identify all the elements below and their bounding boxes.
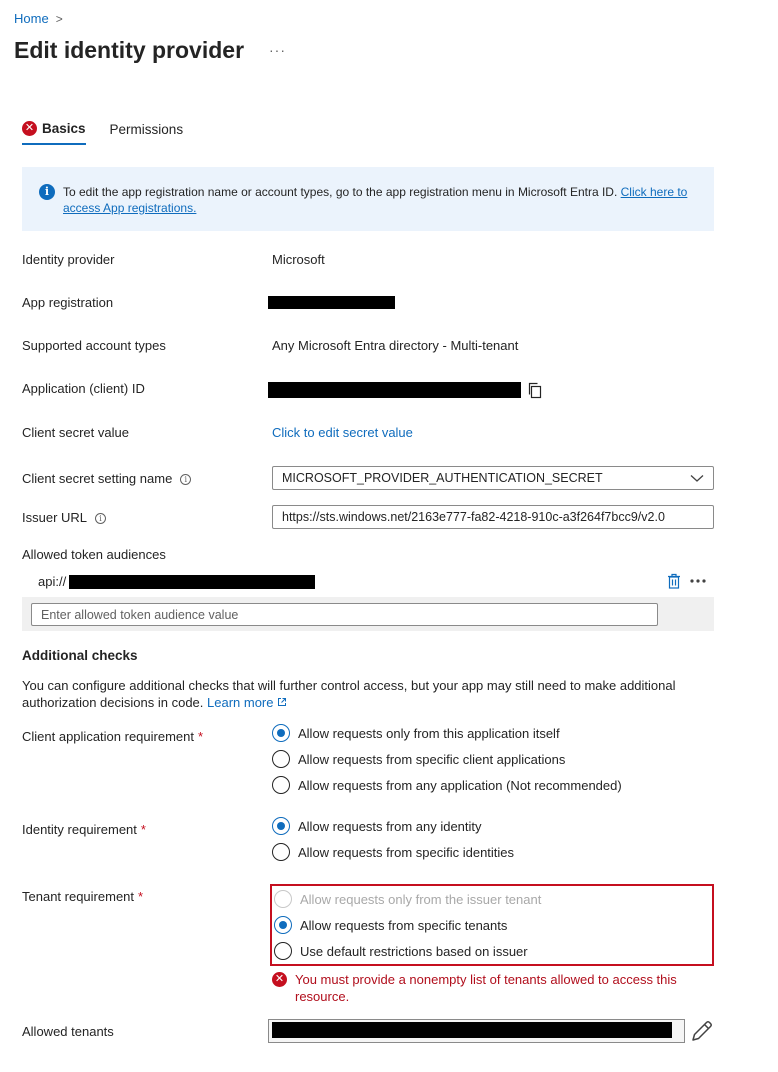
radio-option-issuer-tenant: Allow requests only from the issuer tena… [274, 886, 712, 912]
radio-button[interactable] [272, 776, 290, 794]
issuer-url-label: Issuer URL i [22, 510, 107, 525]
audience-value-redacted [69, 575, 315, 589]
client-secret-setting-name-text: Client secret setting name [22, 471, 173, 486]
info-banner: i To edit the app registration name or a… [22, 167, 714, 231]
tenant-error-message: ✕ You must provide a nonempty list of te… [272, 971, 702, 1005]
description-text: You can configure additional checks that… [22, 678, 676, 710]
radio-label: Allow requests from any application (Not… [298, 777, 622, 793]
allowed-token-audiences-label: Allowed token audiences [22, 547, 166, 562]
tenant-radio-group: Allow requests only from the issuer tena… [270, 884, 714, 966]
radio-option-specific-identities[interactable]: Allow requests from specific identities [272, 839, 514, 865]
required-marker: * [197, 729, 204, 744]
additional-checks-heading: Additional checks [22, 648, 138, 663]
page-title: Edit identity provider [14, 37, 245, 63]
app-registration-redacted [268, 296, 395, 309]
error-text: You must provide a nonempty list of tena… [295, 972, 677, 1004]
client-application-requirement-label: Client application requirement * [22, 729, 203, 744]
radio-button-checked[interactable] [272, 724, 290, 742]
learn-more-text: Learn more [207, 695, 274, 710]
client-application-radio-group: Allow requests only from this applicatio… [272, 720, 622, 798]
help-icon[interactable]: i [95, 513, 107, 525]
edit-pencil-icon[interactable] [690, 1019, 714, 1043]
tab-bar: ✕ Basics Permissions [22, 121, 183, 145]
radio-option-any-application[interactable]: Allow requests from any application (Not… [272, 772, 622, 798]
radio-button[interactable] [272, 750, 290, 768]
new-audience-placeholder: Enter allowed token audience value [41, 607, 239, 622]
client-secret-value-label: Client secret value [22, 425, 129, 440]
supported-account-types-value: Any Microsoft Entra directory - Multi-te… [272, 338, 519, 353]
identity-provider-label: Identity provider [22, 252, 115, 267]
client-secret-setting-name-label: Client secret setting name i [22, 471, 192, 486]
edit-secret-value-link[interactable]: Click to edit secret value [272, 425, 413, 440]
breadcrumb: Home > [14, 11, 63, 26]
radio-option-specific-tenants[interactable]: Allow requests from specific tenants [274, 912, 712, 938]
issuer-url-text: Issuer URL [22, 510, 88, 525]
external-link-icon [278, 698, 287, 706]
radio-label: Allow requests from specific client appl… [298, 751, 566, 767]
radio-label: Allow requests only from this applicatio… [298, 725, 560, 741]
allowed-tenants-label: Allowed tenants [22, 1024, 114, 1039]
more-options-icon[interactable] [689, 578, 707, 584]
copy-icon[interactable] [527, 382, 543, 399]
identity-requirement-text: Identity requirement [22, 822, 137, 837]
client-secret-setting-dropdown[interactable]: MICROSOFT_PROVIDER_AUTHENTICATION_SECRET [272, 466, 714, 490]
radio-label: Allow requests from any identity [298, 818, 482, 834]
supported-account-types-label: Supported account types [22, 338, 166, 353]
radio-option-any-identity[interactable]: Allow requests from any identity [272, 813, 514, 839]
tab-label: Permissions [109, 122, 184, 137]
radio-button-disabled [274, 890, 292, 908]
tab-basics[interactable]: ✕ Basics [22, 121, 86, 145]
breadcrumb-home-link[interactable]: Home [14, 11, 49, 26]
additional-checks-description: You can configure additional checks that… [22, 677, 722, 711]
application-client-id-label: Application (client) ID [22, 381, 145, 396]
help-icon[interactable]: i [180, 474, 192, 486]
radio-option-default-restrictions[interactable]: Use default restrictions based on issuer [274, 938, 712, 964]
issuer-url-value: https://sts.windows.net/2163e777-fa82-42… [282, 510, 665, 524]
radio-label: Allow requests from specific tenants [300, 917, 508, 933]
tab-label: Basics [42, 121, 86, 136]
allowed-tenants-redacted [272, 1022, 672, 1038]
new-audience-input[interactable]: Enter allowed token audience value [31, 603, 658, 626]
radio-button[interactable] [272, 843, 290, 861]
info-icon: i [39, 184, 55, 200]
error-icon: ✕ [272, 972, 287, 987]
dropdown-selected-value: MICROSOFT_PROVIDER_AUTHENTICATION_SECRET [282, 471, 603, 485]
radio-button[interactable] [274, 942, 292, 960]
tenant-requirement-text: Tenant requirement [22, 889, 135, 904]
identity-requirement-label: Identity requirement * [22, 822, 146, 837]
app-registration-label: App registration [22, 295, 114, 310]
chevron-right-icon: > [55, 11, 63, 26]
more-options-icon[interactable]: ··· [269, 42, 286, 58]
error-icon: ✕ [22, 121, 37, 136]
client-application-requirement-text: Client application requirement [22, 729, 194, 744]
application-client-id-redacted [268, 382, 521, 398]
radio-label: Use default restrictions based on issuer [300, 943, 528, 959]
radio-button-checked[interactable] [274, 916, 292, 934]
radio-option-this-application[interactable]: Allow requests only from this applicatio… [272, 720, 622, 746]
radio-label: Allow requests only from the issuer tena… [300, 891, 542, 907]
delete-icon[interactable] [667, 573, 681, 589]
radio-label: Allow requests from specific identities [298, 844, 515, 860]
tenant-requirement-label: Tenant requirement * [22, 889, 143, 904]
identity-provider-value: Microsoft [272, 252, 325, 267]
issuer-url-input[interactable]: https://sts.windows.net/2163e777-fa82-42… [272, 505, 714, 529]
audience-prefix: api:// [38, 574, 67, 589]
required-marker: * [140, 822, 146, 837]
radio-option-specific-clients[interactable]: Allow requests from specific client appl… [272, 746, 622, 772]
required-marker: * [138, 889, 144, 904]
tab-permissions[interactable]: Permissions [110, 121, 184, 145]
chevron-down-icon [690, 475, 704, 482]
learn-more-link[interactable]: Learn more [207, 695, 287, 710]
radio-button-checked[interactable] [272, 817, 290, 835]
identity-radio-group: Allow requests from any identity Allow r… [272, 813, 514, 865]
info-banner-text: To edit the app registration name or acc… [63, 185, 621, 199]
